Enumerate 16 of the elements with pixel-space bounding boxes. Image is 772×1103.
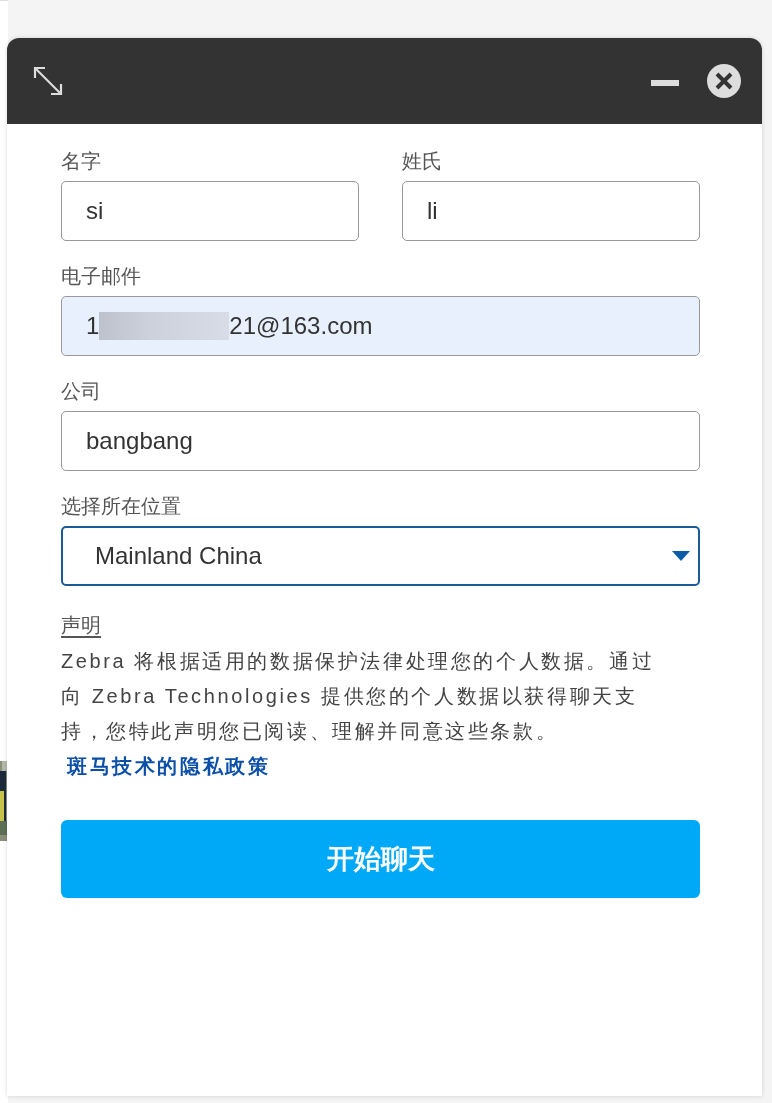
text-field[interactable]: li — [402, 181, 700, 241]
email-field[interactable]: 1 21@163.com — [61, 296, 700, 356]
text-field[interactable]: si — [61, 181, 359, 241]
statement-text: Zebra 将根据适用的数据保护法律处理您的个人数据。通过向 Zebra Technologies 提供您的个人数据以获得聊天支持，您特此声明您已阅读、理解并同意这些条款。 斑马技术的隐私政策 — [61, 649, 656, 779]
text-field[interactable]: bangbang — [61, 411, 700, 471]
field-label: 选择所在位置 — [61, 494, 182, 519]
privacy-link[interactable]: 斑马技术的隐私政策 — [67, 755, 271, 777]
field-label: 公司 — [61, 379, 102, 404]
field-label: 电子邮件 — [61, 264, 142, 289]
field-label: 名字 — [61, 149, 102, 174]
caret-icon — [672, 551, 690, 561]
expand-icon[interactable] — [32, 65, 64, 97]
location-dropdown[interactable]: Mainland China — [61, 526, 700, 586]
statement-heading: 声明 — [61, 613, 101, 638]
field-label: 姓氏 — [402, 149, 443, 174]
close-icon[interactable] — [707, 64, 741, 98]
